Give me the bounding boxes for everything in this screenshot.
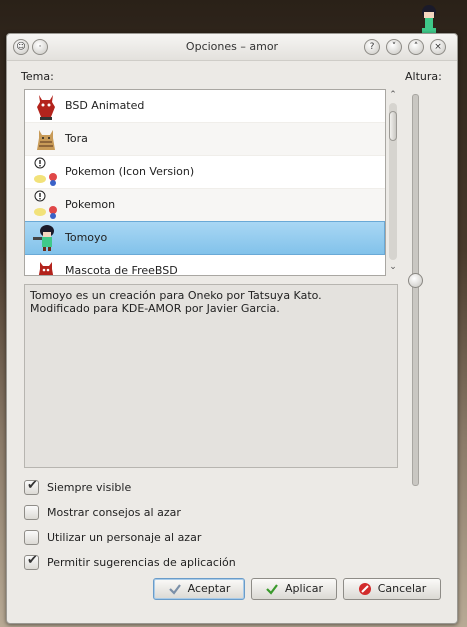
list-item-selected[interactable]: Tomoyo <box>25 221 385 255</box>
pokemon-icon <box>34 157 57 186</box>
checkmark-icon: ✔ <box>27 553 38 568</box>
checkbox-box[interactable]: ✔ <box>24 553 39 570</box>
tomoyo-desktop-sprite[interactable] <box>418 4 440 36</box>
titlebar: ☺ · Opciones – amor ? ˅ ˄ × <box>7 34 457 61</box>
cancel-icon <box>358 583 371 595</box>
theme-label: Tema: <box>21 70 54 83</box>
scroll-thumb[interactable] <box>389 111 397 141</box>
checkbox-label: Permitir sugerencias de aplicación <box>47 556 236 569</box>
apply-check-icon <box>266 584 278 595</box>
checkbox-label: Utilizar un personaje al azar <box>47 531 202 544</box>
accept-label: Aceptar <box>187 582 231 595</box>
minimize-icon[interactable]: ˅ <box>386 39 402 55</box>
list-item[interactable]: Mascota de FreeBSD <box>25 255 385 276</box>
close-icon[interactable]: × <box>430 39 446 55</box>
height-slider-track[interactable] <box>412 94 419 486</box>
list-item[interactable]: Pokemon <box>25 189 385 222</box>
help-icon[interactable]: ? <box>364 39 380 55</box>
apply-button[interactable]: Aplicar <box>251 578 337 600</box>
theme-name: BSD Animated <box>65 99 145 112</box>
checkbox-label: Mostrar consejos al azar <box>47 506 181 519</box>
accept-button[interactable]: Aceptar <box>153 578 245 600</box>
scroll-track[interactable] <box>389 103 397 260</box>
freebsd-mascot-icon <box>38 262 54 275</box>
description-line-2: Modificado para KDE-AMOR por Javier Garc… <box>30 302 280 315</box>
cancel-button[interactable]: Cancelar <box>343 578 441 600</box>
list-item[interactable]: BSD Animated <box>25 90 385 123</box>
theme-name: Tora <box>65 132 88 145</box>
tora-cat-icon <box>37 130 55 150</box>
theme-name: Tomoyo <box>65 231 108 244</box>
height-slider-handle[interactable] <box>408 273 423 288</box>
options-dialog: ☺ · Opciones – amor ? ˅ ˄ × Tema: Altura… <box>6 33 458 624</box>
cancel-label: Cancelar <box>377 582 427 595</box>
bsd-daemon-icon <box>37 95 55 120</box>
checkbox-box[interactable] <box>24 505 39 520</box>
description-line-1: Tomoyo es un creación para Oneko por Tat… <box>30 289 322 302</box>
list-item[interactable]: Tora <box>25 123 385 156</box>
list-item[interactable]: Pokemon (Icon Version) <box>25 156 385 189</box>
checkbox-box[interactable] <box>24 530 39 545</box>
apply-label: Aplicar <box>285 582 323 595</box>
maximize-icon[interactable]: ˄ <box>408 39 424 55</box>
theme-name: Pokemon <box>65 198 116 211</box>
theme-list-scrollbar[interactable]: ⌃ ⌄ <box>385 89 401 274</box>
height-label: Altura: <box>405 70 442 83</box>
checkmark-icon: ✔ <box>27 478 38 493</box>
checkbox-label: Siempre visible <box>47 481 132 494</box>
theme-list[interactable]: BSD Animated Tora Pokemon (Icon Version) <box>24 89 386 276</box>
scroll-up-icon[interactable]: ⌃ <box>387 90 399 100</box>
checkbox-box[interactable]: ✔ <box>24 478 39 495</box>
tomoyo-icon <box>33 225 54 251</box>
check-icon <box>168 584 181 595</box>
scroll-down-icon[interactable]: ⌄ <box>387 262 399 272</box>
theme-name: Pokemon (Icon Version) <box>65 165 195 178</box>
theme-description: Tomoyo es un creación para Oneko por Tat… <box>24 284 398 468</box>
theme-name: Mascota de FreeBSD <box>65 264 178 276</box>
pokemon-icon <box>34 190 57 219</box>
